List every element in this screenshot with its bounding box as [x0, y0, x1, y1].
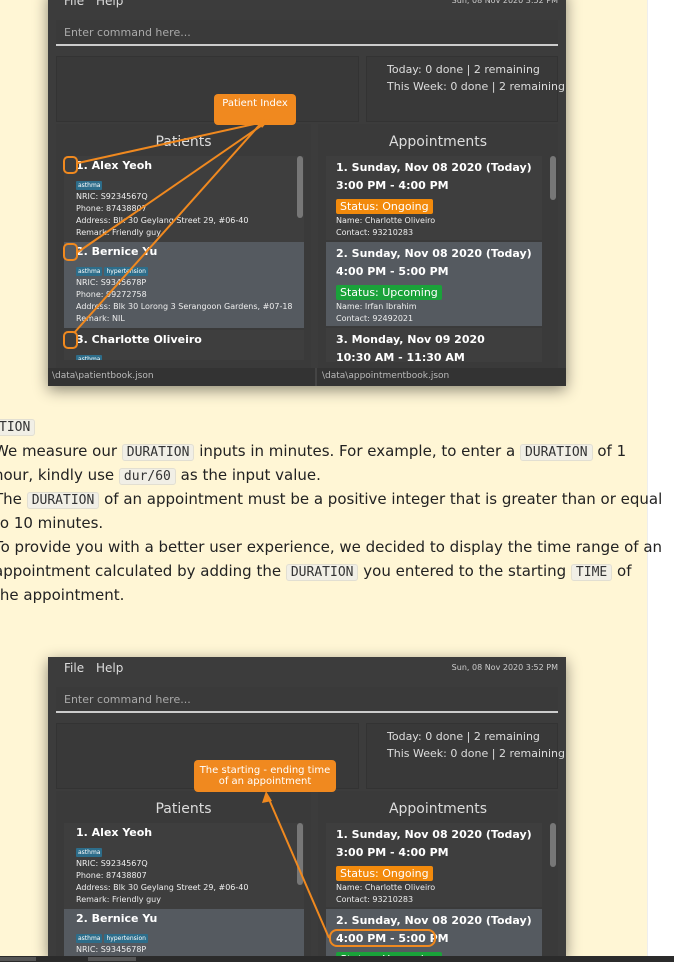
paragraph-line: The DURATION of an appointment must be a…	[0, 490, 663, 509]
horizontal-scrollbar[interactable]	[0, 956, 674, 962]
scrollbar-track[interactable]	[647, 0, 674, 962]
app-window-patient-index: File Help Sun, 08 Nov 2020 3:52 PM Enter…	[48, 0, 566, 386]
scroll-thumb[interactable]	[88, 957, 136, 961]
paragraph-line: the appointment.	[0, 586, 125, 604]
annotation-arrow	[262, 791, 330, 939]
scroll-segment	[0, 957, 36, 961]
paragraph-line: appointment calculated by adding the DUR…	[0, 562, 632, 581]
app-window-time-range: File Help Sun, 08 Nov 2020 3:52 PM Enter…	[48, 657, 566, 957]
heading-fragment: TION	[0, 414, 36, 440]
paragraph-line: to 10 minutes.	[0, 514, 104, 532]
annotation-arrows	[73, 119, 270, 334]
paragraph-line: To provide you with a better user experi…	[0, 538, 663, 556]
paragraph-line: hour, kindly use dur/60 as the input val…	[0, 466, 321, 485]
paragraph-line: We measure our DURATION inputs in minute…	[0, 442, 627, 461]
